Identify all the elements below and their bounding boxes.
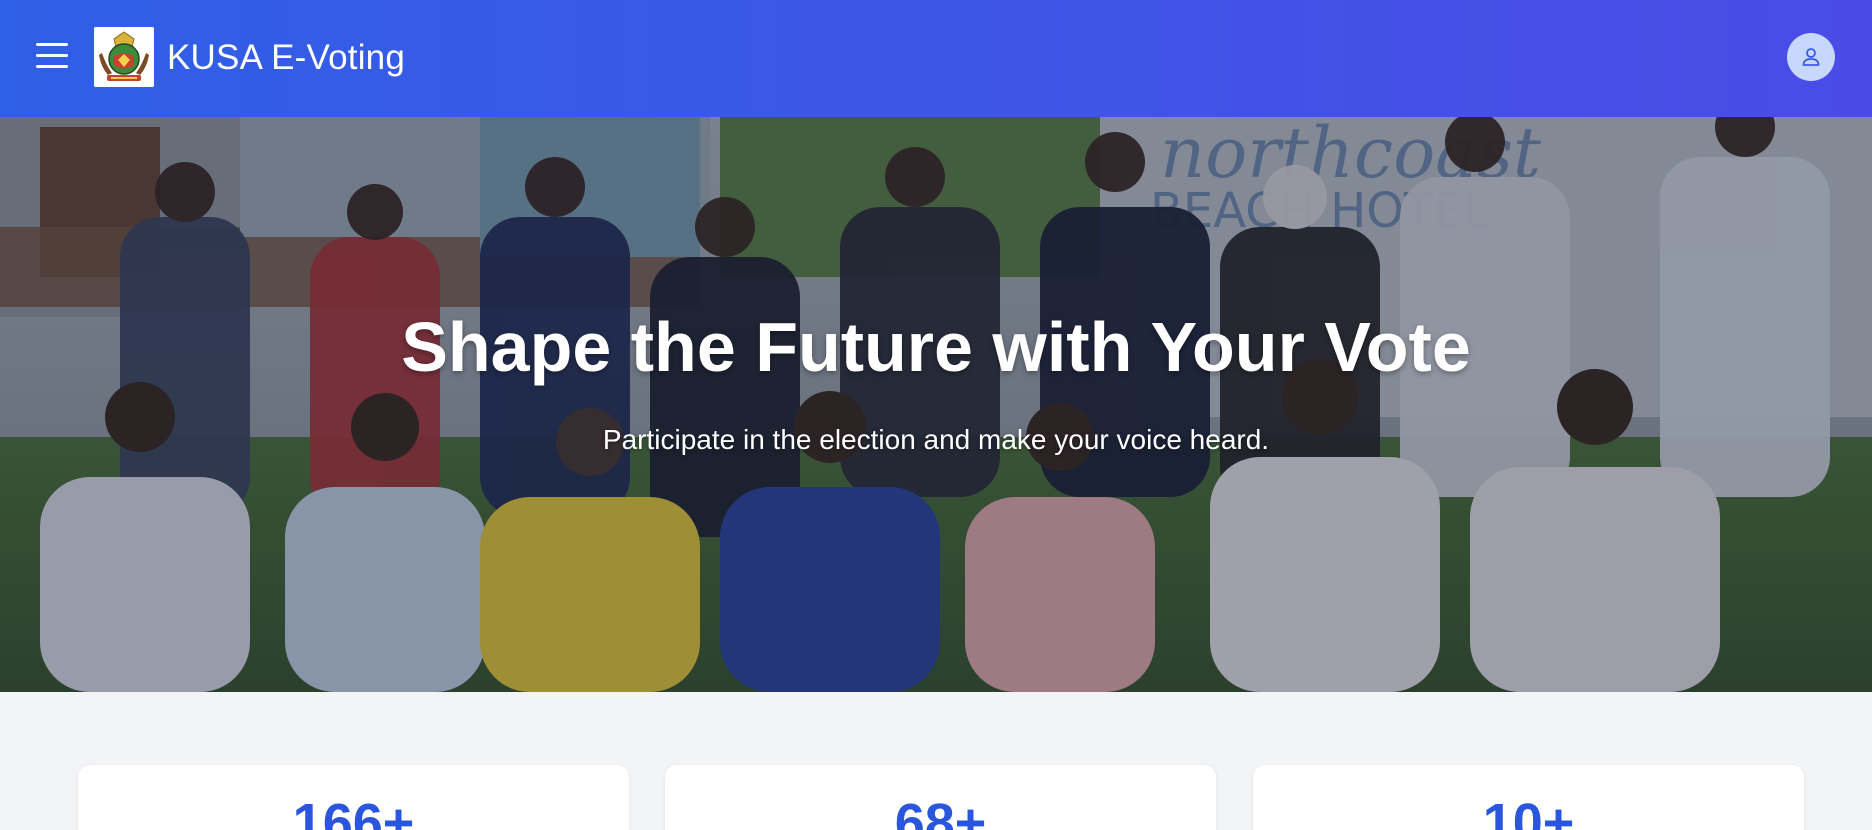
stat-card: 68+ bbox=[665, 765, 1216, 830]
hero-banner: northcoast BEACH HOTEL bbox=[0, 117, 1872, 692]
kusa-logo[interactable] bbox=[94, 27, 154, 87]
hero-title: Shape the Future with Your Vote bbox=[401, 308, 1471, 386]
hero-subtitle: Participate in the election and make you… bbox=[602, 424, 1270, 455]
app-title[interactable]: KUSA E-Voting bbox=[167, 36, 405, 80]
top-navbar: KUSA E-Voting bbox=[0, 0, 1872, 117]
stat-value: 10+ bbox=[1482, 793, 1575, 830]
stat-value: 68+ bbox=[894, 793, 987, 830]
stat-card: 166+ bbox=[78, 765, 629, 830]
stat-value: 166+ bbox=[292, 793, 415, 830]
hamburger-menu-icon[interactable] bbox=[36, 43, 68, 73]
stat-card: 10+ bbox=[1253, 765, 1804, 830]
user-profile-button[interactable] bbox=[1787, 33, 1835, 81]
crest-icon bbox=[94, 27, 154, 87]
user-icon bbox=[1802, 48, 1820, 66]
stats-section: 166+ 68+ 10+ bbox=[0, 692, 1872, 830]
hero-overlay bbox=[0, 117, 1872, 692]
